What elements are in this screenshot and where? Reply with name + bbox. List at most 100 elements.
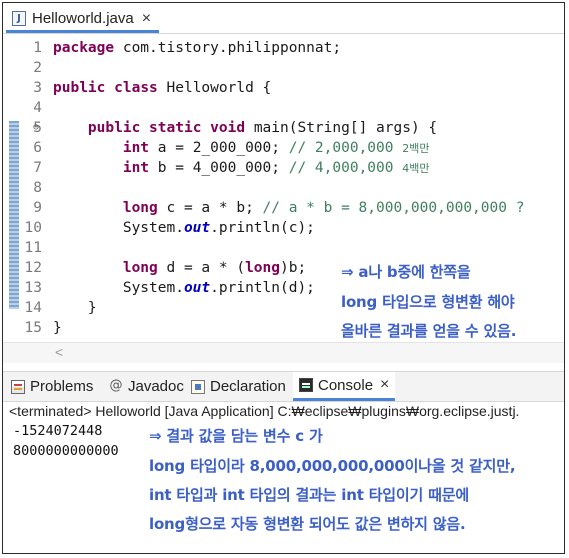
code-line: 7 int b = 4_000_000; // 4,000,000 4백만 xyxy=(3,158,564,178)
console-annotation-4: long형으로 자동 형변환 되어도 값은 변하지 않음. xyxy=(149,515,466,533)
scroll-left-icon[interactable]: < xyxy=(55,344,63,360)
code-editor[interactable]: ⇒ a나 b중에 한쪽을 long 타입으로 형변환 해야 올바른 결과를 얻을… xyxy=(3,34,564,342)
keyword-token: int xyxy=(122,140,150,156)
keyword-token: public xyxy=(87,120,141,136)
line-number: 7 xyxy=(33,160,42,176)
console-line: 8000000000000 xyxy=(13,443,119,459)
keyword-token: package xyxy=(53,40,115,56)
code-token: out xyxy=(183,220,211,236)
tab-problems[interactable]: Problems xyxy=(11,372,93,401)
line-number: 12 xyxy=(24,260,42,276)
keyword-token: static xyxy=(149,120,202,136)
code-line: 3 public class Helloworld { xyxy=(3,78,564,98)
comment-token: 2백만 xyxy=(402,142,430,155)
code-line: 5 ⊖ public static void main(String[] args… xyxy=(3,118,564,138)
code-token: System. xyxy=(53,280,184,296)
editor-tab-bar: J Helloworld.java × xyxy=(3,3,564,34)
code-line: 14 } xyxy=(3,298,564,318)
code-text: long d = a * (long)b; xyxy=(53,258,306,278)
console-output[interactable]: -1524072448 8000000000000 ⇒ 결과 값을 담는 변수 … xyxy=(3,421,564,553)
comment-token: // 4,000,000 xyxy=(288,160,403,176)
code-line: 15} xyxy=(3,318,564,338)
line-number: 14 xyxy=(24,300,42,316)
code-line: 1 package com.tistory.philipponnat; xyxy=(3,38,564,58)
line-number: 3 xyxy=(33,80,42,96)
keyword-token: void xyxy=(210,120,246,136)
javadoc-icon: @ xyxy=(109,377,123,393)
code-text: package com.tistory.philipponnat; xyxy=(53,38,341,58)
close-icon[interactable]: × xyxy=(142,10,151,28)
code-line: 11 xyxy=(3,238,564,258)
code-token: b = 4_000_000; xyxy=(149,160,289,176)
code-line: 2 xyxy=(3,58,564,78)
comment-token: // 2,000,000 xyxy=(288,140,403,156)
code-text: public static void main(String[] args) { xyxy=(53,118,437,138)
keyword-token: class xyxy=(114,80,158,96)
console-annotation-3: int 타입과 int 타입의 결과는 int 타입이기 때문에 xyxy=(149,486,469,504)
code-text: } xyxy=(53,298,97,318)
fold-collapse-icon[interactable]: ⊖ xyxy=(33,118,39,138)
tab-console[interactable]: Console × xyxy=(293,372,396,401)
tab-javadoc[interactable]: @ Javadoc xyxy=(109,372,184,401)
close-icon[interactable]: × xyxy=(380,376,389,394)
code-text: int b = 4_000_000; // 4,000,000 4백만 xyxy=(53,158,430,179)
code-token: System. xyxy=(53,220,184,236)
code-token: Helloworld { xyxy=(157,80,272,96)
code-text: long c = a * b; // a * b = 8,000,000,000… xyxy=(53,198,525,218)
keyword-token: long xyxy=(122,200,158,216)
code-text: int a = 2_000_000; // 2,000,000 2백만 xyxy=(53,138,430,159)
console-status: <terminated> Helloworld [Java Applicatio… xyxy=(9,403,520,419)
code-line: 13 System.out.println(d); xyxy=(3,278,564,298)
code-text: } xyxy=(53,318,62,338)
code-line: 10 System.out.println(c); xyxy=(3,218,564,238)
code-token: d = a * ( xyxy=(157,260,246,276)
tab-javadoc-label: Javadoc xyxy=(128,378,184,395)
line-number: 10 xyxy=(24,220,42,236)
code-line: 6 int a = 2_000_000; // 2,000,000 2백만 xyxy=(3,138,564,158)
code-token: } xyxy=(53,320,62,336)
code-token: com.tistory.philipponnat; xyxy=(114,40,342,56)
horizontal-scrollbar[interactable]: < xyxy=(3,342,564,363)
tab-console-label: Console xyxy=(318,376,374,394)
code-token: .println(c); xyxy=(210,220,315,236)
code-token: .println(d); xyxy=(210,280,315,296)
declaration-icon xyxy=(191,379,205,394)
code-token: out xyxy=(183,280,211,296)
java-file-icon: J xyxy=(12,11,26,26)
code-token: a = 2_000_000; xyxy=(149,140,289,156)
code-line: 9 long c = a * b; // a * b = 8,000,000,0… xyxy=(3,198,564,218)
tab-declaration[interactable]: Declaration xyxy=(191,372,286,401)
code-text: System.out.println(c); xyxy=(53,218,315,238)
code-line: 4 xyxy=(3,98,564,118)
keyword-token: int xyxy=(122,160,150,176)
line-number: 6 xyxy=(33,140,42,156)
line-number: 11 xyxy=(24,240,42,256)
tab-problems-label: Problems xyxy=(30,378,94,395)
keyword-token: long xyxy=(245,260,280,276)
code-token: c = a * b; xyxy=(157,200,263,216)
line-number: 2 xyxy=(33,60,42,76)
code-token: } xyxy=(53,300,97,316)
line-number: 15 xyxy=(24,320,42,336)
comment-token: // a * b = 8,000,000,000,000 ? xyxy=(262,200,525,216)
code-token: )b; xyxy=(280,260,307,276)
line-number: 4 xyxy=(33,100,42,116)
keyword-token: public xyxy=(53,80,106,96)
console-annotation-2: long 타입이라 8,000,000,000,000이나올 것 같지만, xyxy=(149,457,516,475)
comment-token: 4백만 xyxy=(402,162,430,175)
editor-tab-helloworld[interactable]: J Helloworld.java × xyxy=(6,7,160,33)
tab-declaration-label: Declaration xyxy=(210,378,286,395)
line-number: 9 xyxy=(33,200,42,216)
problems-icon xyxy=(11,379,25,394)
code-token: main(String[] args) { xyxy=(245,120,438,136)
code-text: public class Helloworld { xyxy=(53,78,271,98)
console-line: -1524072448 xyxy=(13,423,103,439)
